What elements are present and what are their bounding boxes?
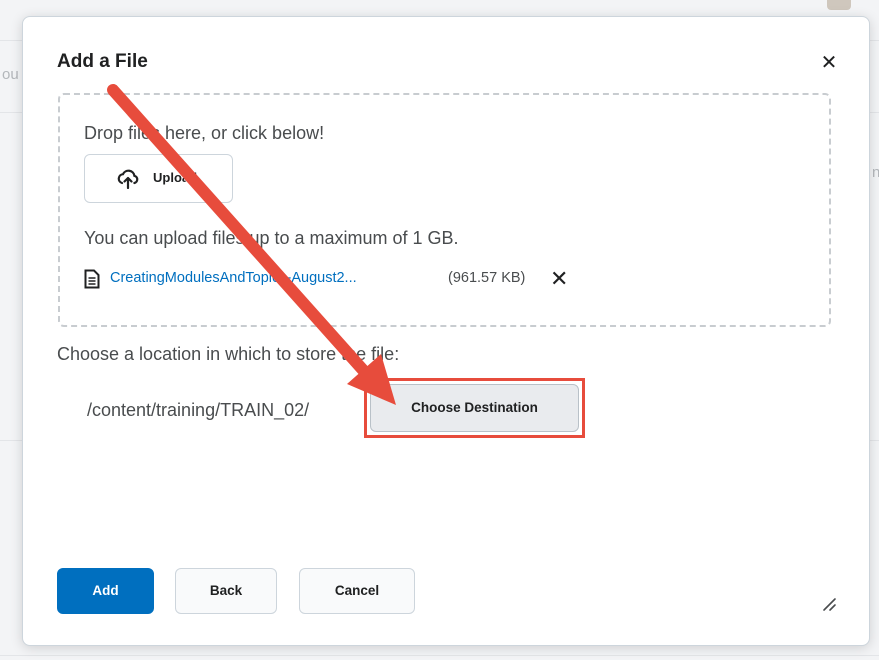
file-size: (961.57 KB) bbox=[448, 270, 526, 286]
add-button[interactable]: Add bbox=[57, 568, 154, 614]
cancel-button[interactable]: Cancel bbox=[299, 568, 415, 614]
background-divider bbox=[0, 655, 879, 656]
resize-handle-icon[interactable] bbox=[820, 594, 838, 612]
close-icon[interactable]: ✕ bbox=[817, 51, 841, 75]
destination-path: /content/training/TRAIN_02/ bbox=[87, 400, 310, 420]
upload-limit-text: You can upload files up to a maximum of … bbox=[84, 228, 459, 248]
upload-label: Upload bbox=[153, 170, 198, 185]
dialog-title: Add a File bbox=[57, 51, 148, 72]
document-icon bbox=[84, 269, 100, 289]
background-decoration bbox=[827, 0, 851, 10]
add-file-dialog: Add a File ✕ Drop files here, or click b… bbox=[22, 16, 870, 646]
upload-cloud-icon bbox=[117, 169, 139, 189]
drop-instructions: Drop files here, or click below! bbox=[84, 123, 325, 143]
file-dropzone[interactable]: Drop files here, or click below! Upload … bbox=[58, 93, 831, 327]
location-label: Choose a location in which to store the … bbox=[57, 344, 400, 364]
file-name-link[interactable]: CreatingModulesAndTopics-August2... bbox=[110, 270, 357, 286]
choose-destination-button[interactable]: Choose Destination bbox=[370, 384, 579, 432]
back-button[interactable]: Back bbox=[175, 568, 277, 614]
background-text: ou bbox=[2, 66, 19, 83]
background-text: n bbox=[872, 164, 879, 181]
upload-button[interactable]: Upload bbox=[84, 154, 233, 203]
remove-file-icon[interactable]: ✕ bbox=[550, 267, 568, 291]
